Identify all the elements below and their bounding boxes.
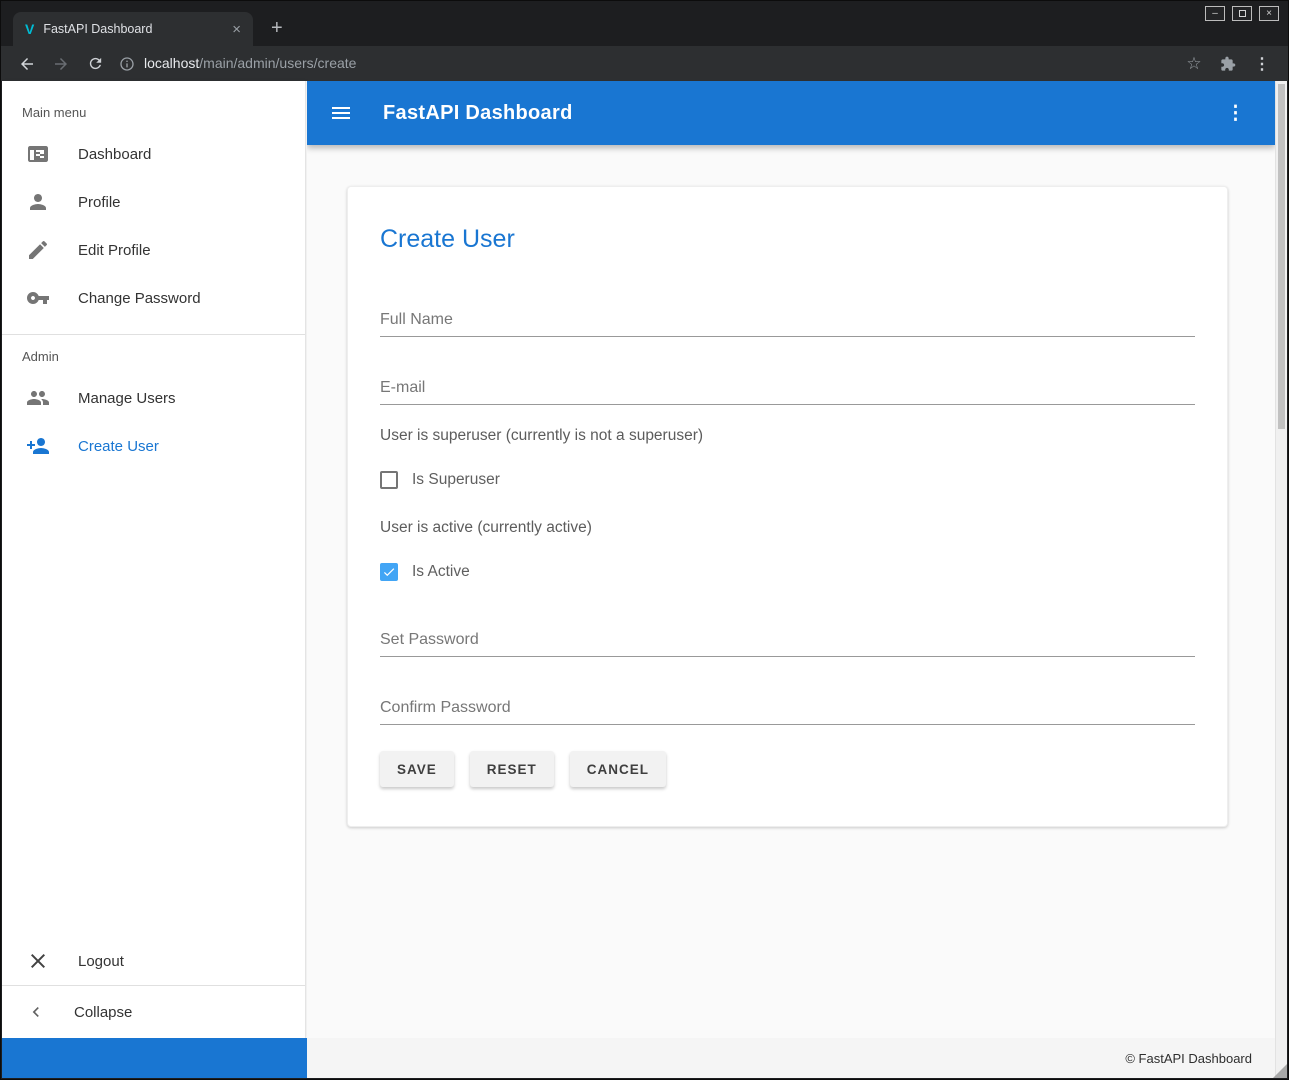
browser-tab[interactable]: V FastAPI Dashboard × (13, 12, 253, 46)
sidebar-item-logout[interactable]: Logout (2, 937, 305, 985)
sidebar-collapse-button[interactable]: Collapse (2, 986, 305, 1038)
fastapi-favicon-icon: V (25, 21, 34, 37)
person-add-icon (26, 434, 50, 458)
is-superuser-checkbox-row[interactable]: Is Superuser (380, 471, 1195, 489)
email-input[interactable] (380, 378, 1195, 405)
url-path: /main/admin/users/create (199, 55, 356, 71)
person-icon (26, 190, 50, 214)
back-button[interactable] (13, 50, 41, 78)
full-name-input[interactable] (380, 310, 1195, 337)
tab-close-icon[interactable]: × (228, 20, 245, 39)
copyright-text: © FastAPI Dashboard (1125, 1051, 1252, 1066)
set-password-input[interactable] (380, 630, 1195, 657)
reload-icon (87, 55, 104, 72)
sidebar-item-profile[interactable]: Profile (2, 178, 305, 226)
cancel-button[interactable]: CANCEL (570, 751, 666, 787)
browser-toolbar: localhost/main/admin/users/create ☆ ⋮ (1, 46, 1288, 81)
sidebar-item-label: Manage Users (78, 390, 176, 407)
browser-menu-icon: ⋮ (1254, 54, 1270, 74)
maximize-button[interactable] (1232, 6, 1252, 21)
resize-grip-icon[interactable] (1273, 1064, 1287, 1078)
dashboard-icon (26, 142, 50, 166)
pencil-icon (26, 238, 50, 262)
sidebar-item-edit-profile[interactable]: Edit Profile (2, 226, 305, 274)
scrollbar-thumb[interactable] (1278, 84, 1285, 429)
hamburger-menu-icon[interactable] (329, 101, 353, 125)
forward-icon (52, 55, 70, 73)
main-content: FastAPI Dashboard ⋮ Create User User is … (307, 81, 1275, 1038)
footer-primary-strip (2, 1038, 307, 1078)
reload-button[interactable] (81, 50, 109, 78)
email-field (380, 378, 1195, 405)
extension-icon (1220, 56, 1236, 72)
sidebar-bottom: Logout Collapse (2, 937, 305, 1038)
minimize-button[interactable]: – (1205, 6, 1225, 21)
sidebar-item-label: Create User (78, 438, 159, 455)
url-host: localhost (144, 55, 199, 71)
chevron-left-icon (26, 1002, 46, 1022)
check-icon (382, 565, 396, 579)
sidebar-item-manage-users[interactable]: Manage Users (2, 374, 305, 422)
sidebar-item-label: Profile (78, 194, 121, 211)
info-icon[interactable] (119, 56, 135, 72)
logout-icon (26, 949, 50, 973)
sidebar-item-label: Logout (78, 953, 124, 970)
new-tab-button[interactable]: + (263, 17, 291, 40)
is-active-checkbox-row[interactable]: Is Active (380, 563, 1195, 581)
footer-copyright-area: © FastAPI Dashboard (307, 1038, 1275, 1078)
sidebar-item-label: Edit Profile (78, 242, 151, 259)
sidebar-item-label: Dashboard (78, 146, 151, 163)
is-superuser-checkbox[interactable] (380, 471, 398, 489)
sidebar: Main menu Dashboard Profile Edit Profile… (2, 81, 306, 1038)
form-buttons: SAVE RESET CANCEL (380, 751, 1195, 787)
page-title: Create User (380, 225, 1195, 254)
is-superuser-label[interactable]: Is Superuser (412, 471, 500, 489)
tab-title: FastAPI Dashboard (43, 22, 219, 36)
superuser-hint: User is superuser (currently is not a su… (380, 427, 1195, 445)
reset-button[interactable]: RESET (470, 751, 554, 787)
address-bar[interactable]: localhost/main/admin/users/create (119, 55, 1174, 73)
full-name-field (380, 310, 1195, 337)
sidebar-item-create-user[interactable]: Create User (2, 422, 305, 470)
close-window-button[interactable]: × (1259, 6, 1279, 21)
confirm-password-field (380, 698, 1195, 725)
forward-button[interactable] (47, 50, 75, 78)
active-hint: User is active (currently active) (380, 519, 1195, 537)
extension-button[interactable] (1214, 50, 1242, 78)
sidebar-item-dashboard[interactable]: Dashboard (2, 130, 305, 178)
maximize-icon (1239, 10, 1246, 17)
url-text[interactable]: localhost/main/admin/users/create (144, 55, 356, 73)
footer: © FastAPI Dashboard (2, 1038, 1275, 1078)
browser-titlebar: V FastAPI Dashboard × + – × (1, 1, 1288, 46)
appbar-menu-icon[interactable]: ⋮ (1218, 98, 1253, 129)
sidebar-section-admin: Admin (2, 335, 305, 374)
save-button[interactable]: SAVE (380, 751, 454, 787)
group-icon (26, 386, 50, 410)
appbar-title: FastAPI Dashboard (383, 102, 573, 125)
is-active-checkbox[interactable] (380, 563, 398, 581)
key-icon (26, 286, 50, 310)
is-active-label[interactable]: Is Active (412, 563, 470, 581)
page-scrollbar[interactable] (1275, 81, 1287, 1078)
collapse-label: Collapse (74, 1004, 132, 1021)
bookmark-button[interactable]: ☆ (1180, 50, 1208, 78)
confirm-password-input[interactable] (380, 698, 1195, 725)
back-icon (18, 55, 36, 73)
sidebar-item-change-password[interactable]: Change Password (2, 274, 305, 322)
window-controls: – × (1205, 6, 1279, 21)
star-icon: ☆ (1186, 54, 1201, 74)
browser-menu-button[interactable]: ⋮ (1248, 50, 1276, 78)
browser-window: V FastAPI Dashboard × + – × localhost/ma… (0, 0, 1289, 1080)
sidebar-section-main: Main menu (2, 81, 305, 130)
sidebar-item-label: Change Password (78, 290, 201, 307)
app-bar: FastAPI Dashboard ⋮ (307, 81, 1275, 145)
set-password-field (380, 630, 1195, 657)
page: Main menu Dashboard Profile Edit Profile… (2, 81, 1287, 1078)
create-user-card: Create User User is superuser (currently… (347, 186, 1228, 827)
